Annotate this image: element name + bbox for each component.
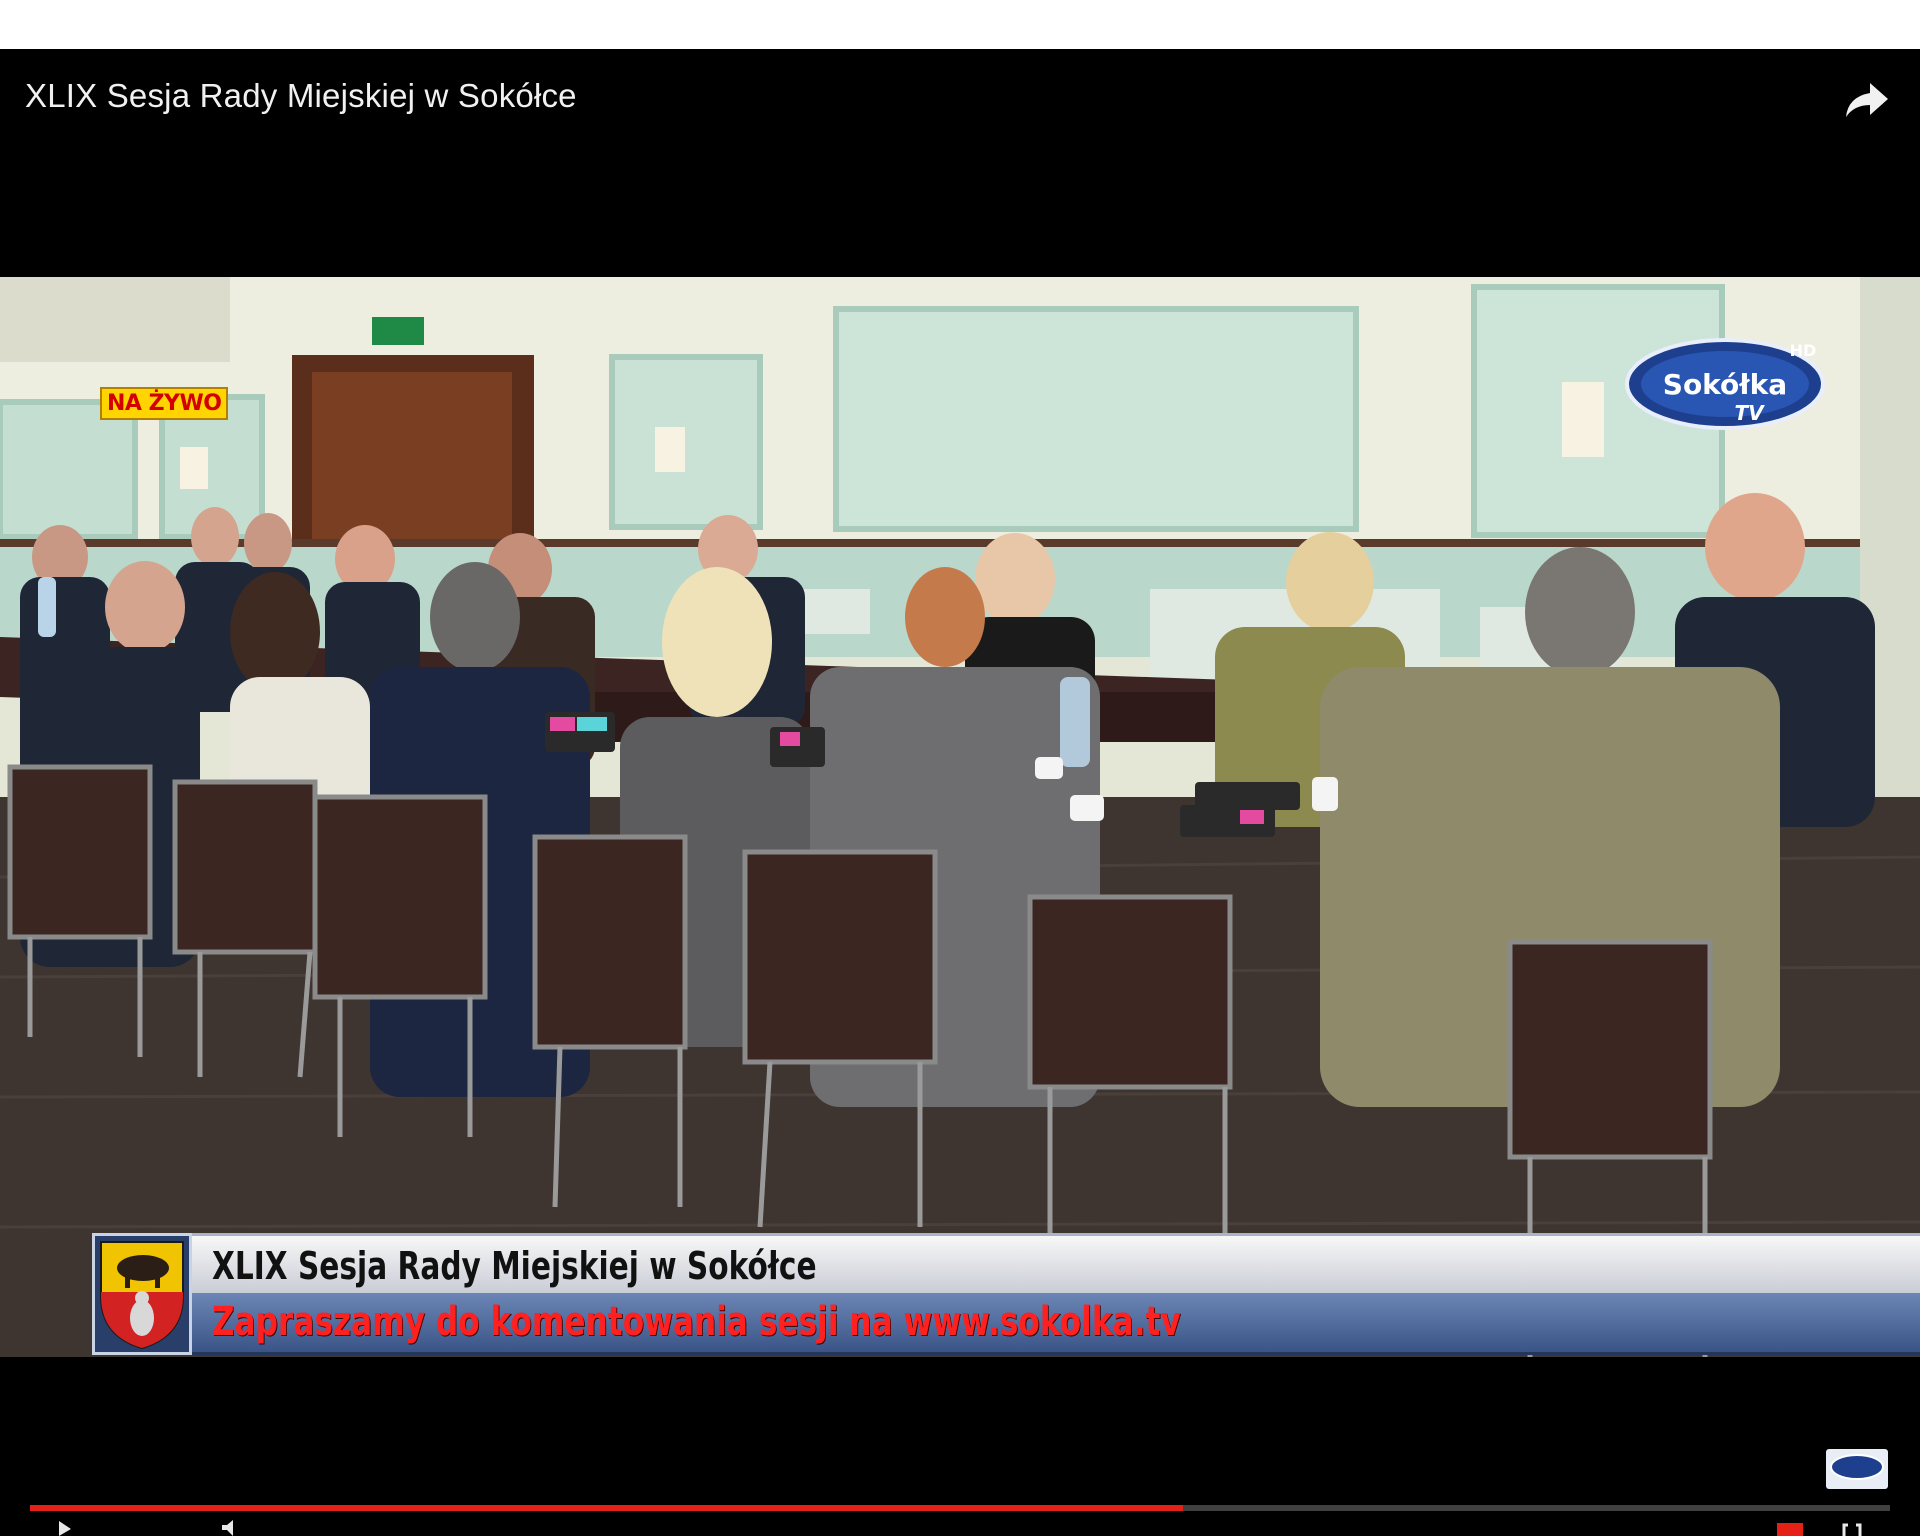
channel-logo-icon: Sokółka TV HD — [1625, 338, 1825, 430]
top-white-strip — [0, 0, 1920, 49]
share-arrow-icon — [1846, 83, 1888, 117]
logo-text-hd: HD — [1790, 341, 1817, 360]
lower-third-subtitle: Zapraszamy do komentowania sesji na www.… — [212, 1299, 1181, 1345]
logo-text-sub: TV — [1734, 401, 1765, 425]
coat-of-arms-icon — [92, 1233, 192, 1355]
share-button[interactable] — [1840, 73, 1892, 125]
lower-third-subtitle-bar: Zapraszamy do komentowania sesji na www.… — [192, 1293, 1920, 1355]
fullscreen-button[interactable] — [1840, 1519, 1864, 1536]
video-player[interactable]: NA ŻYWO Sokółka TV HD XLIX Sesja Rady Mi… — [0, 49, 1920, 1536]
settings-button[interactable] — [1775, 1519, 1805, 1536]
watermark-logo — [1826, 1449, 1888, 1489]
lower-third-title-bar: XLIX Sesja Rady Miejskiej w Sokółce — [192, 1233, 1920, 1293]
play-button[interactable] — [55, 1519, 75, 1536]
live-badge: NA ŻYWO — [100, 387, 229, 420]
logo-text-main: Sokółka — [1663, 368, 1787, 401]
video-frame[interactable]: NA ŻYWO Sokółka TV HD XLIX Sesja Rady Mi… — [0, 277, 1920, 1357]
lower-third-banner: XLIX Sesja Rady Miejskiej w Sokółce Zapr… — [92, 1233, 1920, 1355]
channel-logo: Sokółka TV HD — [1625, 332, 1830, 432]
meeting-scene-image — [0, 277, 1920, 1357]
progress-bar[interactable] — [30, 1505, 1890, 1511]
player-title-bar: XLIX Sesja Rady Miejskiej w Sokółce — [0, 49, 1920, 149]
progress-played — [30, 1505, 1184, 1511]
volume-button[interactable] — [220, 1519, 244, 1536]
lower-third-title: XLIX Sesja Rady Miejskiej w Sokółce — [212, 1244, 817, 1288]
video-title[interactable]: XLIX Sesja Rady Miejskiej w Sokółce — [25, 77, 577, 115]
player-controls — [0, 1519, 1920, 1536]
